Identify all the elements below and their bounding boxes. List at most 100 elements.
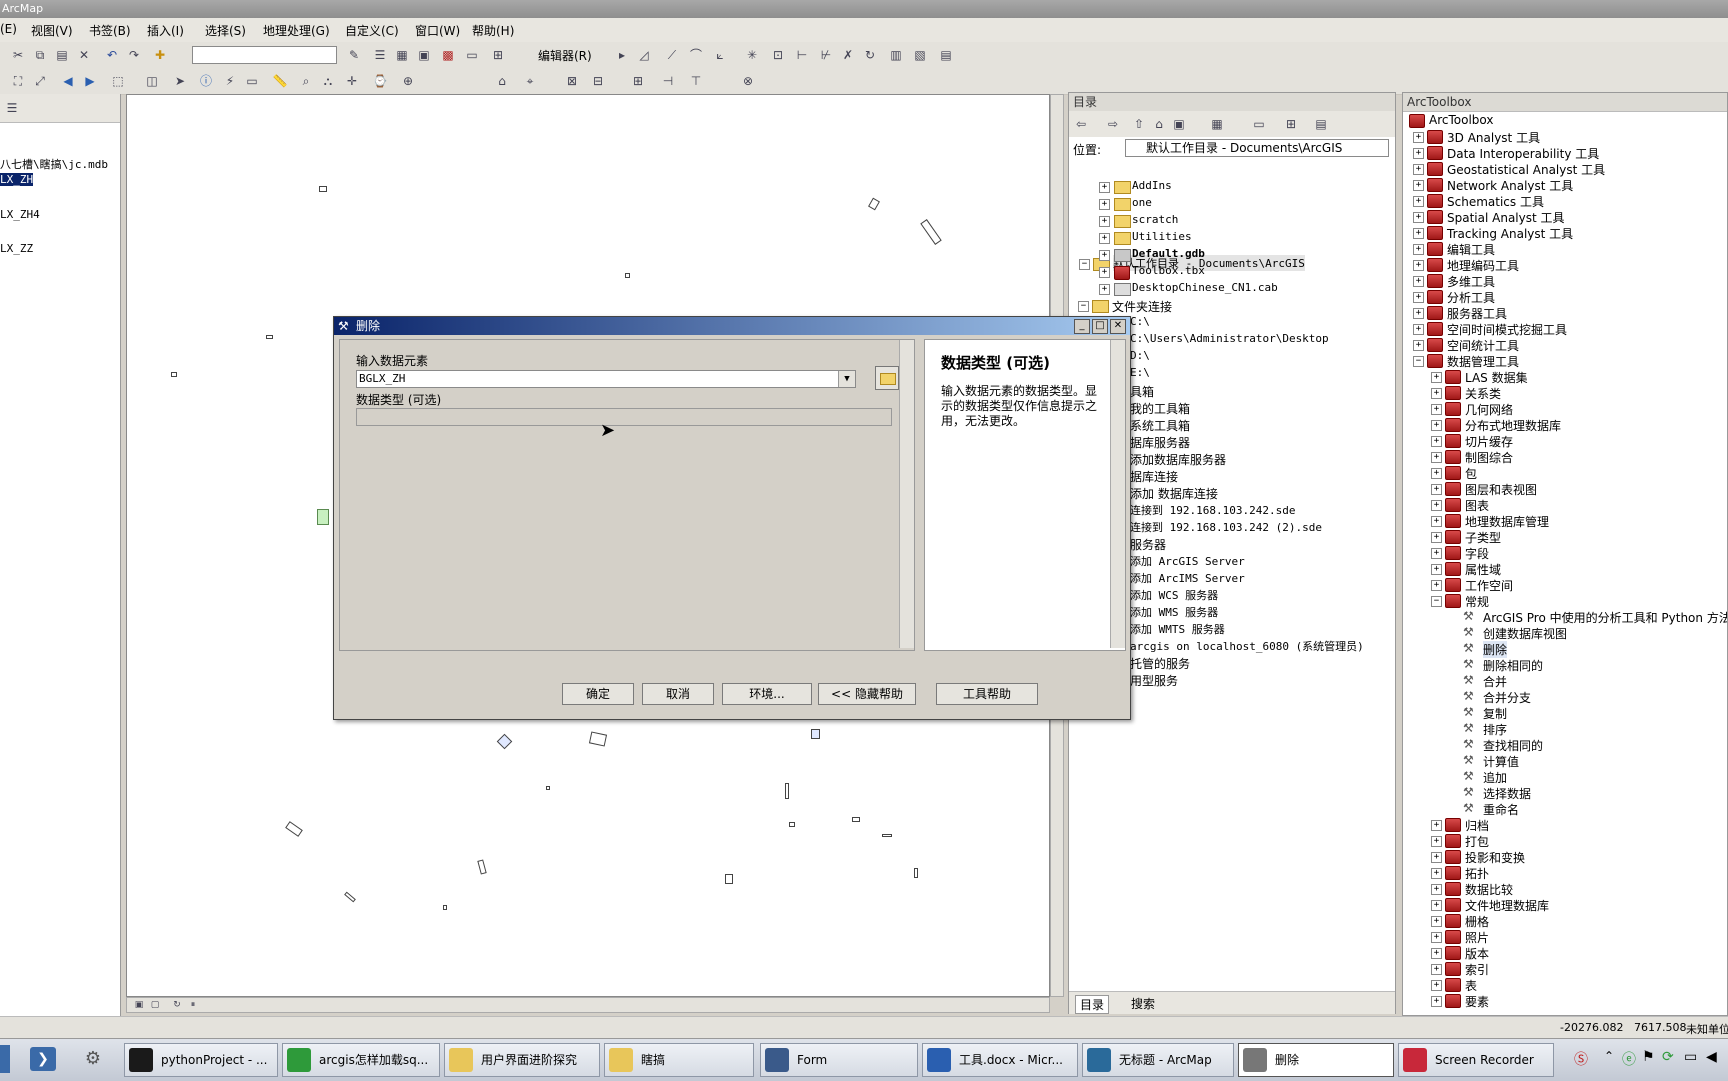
toolbox-item[interactable]: 数据比较 [1465, 881, 1513, 898]
expand-icon[interactable]: + [1413, 340, 1424, 351]
expand-icon[interactable]: + [1431, 868, 1442, 879]
toolbox-item[interactable]: 字段 [1465, 545, 1489, 562]
attributes-icon[interactable]: ▥ [888, 47, 904, 63]
expand-icon[interactable]: + [1431, 372, 1442, 383]
catalog-item-c[interactable]: C:\ [1130, 315, 1150, 328]
expand-icon[interactable]: + [1431, 820, 1442, 831]
select-elements-icon[interactable]: ➤ [172, 73, 188, 89]
toolbox-item[interactable]: 地理数据库管理 [1465, 513, 1549, 530]
toolbox-item[interactable]: 关系类 [1465, 385, 1501, 402]
full-extent-icon[interactable]: ⛶ [10, 73, 26, 89]
topology-icon[interactable]: ⌂ [494, 73, 510, 89]
goto-xy-icon[interactable]: ✛ [344, 73, 360, 89]
split-icon[interactable]: ✗ [840, 47, 856, 63]
tray-s-icon[interactable]: Ⓢ [1574, 1049, 1588, 1069]
edit-annotation-icon[interactable]: ◿ [636, 47, 652, 63]
toc-layer-lx-zz[interactable]: LX_ZZ [0, 242, 33, 255]
trace-icon[interactable]: ⟀ [712, 47, 728, 63]
menu-edit[interactable]: (E) [0, 22, 17, 36]
edit-vertices-icon[interactable]: ⊡ [770, 47, 786, 63]
taskbar-button[interactable]: pythonProject - ... [124, 1043, 278, 1077]
toolbox-item[interactable]: 排序 [1483, 721, 1507, 738]
expand-icon[interactable]: + [1099, 199, 1110, 210]
expand-icon[interactable]: + [1431, 436, 1442, 447]
toolbox-item[interactable]: 照片 [1465, 929, 1489, 946]
catalog-item-scratch[interactable]: scratch [1132, 213, 1178, 226]
toolbox-item[interactable]: 3D Analyst 工具 [1447, 129, 1540, 146]
collapse-icon[interactable]: − [1431, 596, 1442, 607]
undo-icon[interactable]: ↶ [104, 47, 120, 63]
catalog-icon[interactable]: ▦ [394, 47, 410, 63]
expand-icon[interactable]: + [1431, 532, 1442, 543]
map-feature[interactable] [443, 905, 447, 910]
map-feature[interactable] [344, 891, 356, 903]
taskbar-button[interactable]: 用户界面进阶探究 [444, 1043, 600, 1077]
georef-icon[interactable]: ⊠ [564, 73, 580, 89]
expand-icon[interactable]: + [1099, 216, 1110, 227]
expand-icon[interactable]: + [1413, 228, 1424, 239]
toolbox-item[interactable]: 选择数据 [1483, 785, 1531, 802]
catalog-item-cab[interactable]: DesktopChinese_CN1.cab [1132, 281, 1278, 294]
toolbox-item[interactable]: 空间时间模式挖掘工具 [1447, 321, 1567, 338]
toolbox-item[interactable]: ArcGIS Pro 中使用的分析工具和 Python 方法 [1483, 609, 1727, 626]
generalize-icon[interactable]: ⊣ [660, 73, 676, 89]
spatial-adjust-icon[interactable]: ⊟ [590, 73, 606, 89]
expand-icon[interactable]: + [1431, 404, 1442, 415]
catalog-system-toolboxes[interactable]: 系统工具箱 [1130, 417, 1190, 434]
toolbox-item[interactable]: 索引 [1465, 961, 1489, 978]
toolbox-item[interactable]: 地理编码工具 [1447, 257, 1519, 274]
expand-icon[interactable]: + [1413, 308, 1424, 319]
settings-gear-icon[interactable]: ⚙ [80, 1047, 106, 1071]
toolbox-item[interactable]: 分析工具 [1447, 289, 1495, 306]
expand-icon[interactable]: + [1431, 900, 1442, 911]
toolbox-item[interactable]: Network Analyst 工具 [1447, 177, 1573, 194]
expand-icon[interactable]: + [1431, 484, 1442, 495]
taskbar-button[interactable]: Form [760, 1043, 918, 1077]
map-feature[interactable] [920, 219, 942, 245]
expand-icon[interactable]: + [1431, 948, 1442, 959]
toolbox-item[interactable]: 计算值 [1483, 753, 1519, 770]
expand-icon[interactable]: + [1431, 516, 1442, 527]
expand-icon[interactable]: + [1431, 548, 1442, 559]
toolbox-item[interactable]: 追加 [1483, 769, 1507, 786]
map-feature[interactable] [266, 335, 273, 339]
map-feature[interactable] [914, 868, 918, 878]
find-route-icon[interactable]: ⛬ [320, 73, 336, 89]
toolbox-item[interactable]: 拓扑 [1465, 865, 1489, 882]
catalog-db-connections[interactable]: 据库连接 [1130, 468, 1178, 485]
model-builder-icon[interactable]: ⊞ [490, 47, 506, 63]
expand-icon[interactable]: + [1413, 196, 1424, 207]
expand-icon[interactable]: + [1431, 420, 1442, 431]
toolbox-item[interactable]: 多维工具 [1447, 273, 1495, 290]
expand-icon[interactable]: + [1099, 284, 1110, 295]
toolbox-item[interactable]: 投影和变换 [1465, 849, 1525, 866]
expand-icon[interactable]: + [1413, 132, 1424, 143]
menu-view[interactable]: 视图(V) [31, 22, 73, 39]
catalog-ready-services[interactable]: 用型服务 [1130, 672, 1178, 689]
clear-selection-icon[interactable]: ◫ [144, 73, 160, 89]
redo-icon[interactable]: ↷ [126, 47, 142, 63]
hide-help-button[interactable]: << 隐藏帮助 [818, 683, 916, 705]
tool-help-button[interactable]: 工具帮助 [936, 683, 1038, 705]
time-slider-icon[interactable]: ⌚ [372, 73, 388, 89]
expand-icon[interactable]: + [1431, 452, 1442, 463]
expand-icon[interactable]: + [1431, 388, 1442, 399]
menu-geoprocessing[interactable]: 地理处理(G) [263, 22, 330, 39]
tray-browser-icon[interactable]: ⓔ [1622, 1049, 1636, 1069]
expand-icon[interactable]: + [1099, 267, 1110, 278]
map-feature[interactable] [868, 197, 880, 211]
html-popup-icon[interactable]: ▭ [244, 73, 260, 89]
tray-display-icon[interactable]: ▭ [1684, 1049, 1697, 1065]
minimize-icon[interactable]: _ [1074, 319, 1090, 334]
toolbox-item[interactable]: 栅格 [1465, 913, 1489, 930]
arctoolbox-icon[interactable]: ▩ [440, 47, 456, 63]
menu-help[interactable]: 帮助(H) [472, 22, 514, 39]
find-icon[interactable]: ⌕ [298, 73, 314, 89]
map-feature[interactable] [882, 834, 892, 837]
menu-insert[interactable]: 插入(I) [147, 22, 184, 39]
map-feature[interactable] [785, 783, 789, 799]
help-scrollbar[interactable] [1110, 340, 1125, 648]
toc-layer-lx-zh4[interactable]: LX_ZH4 [0, 208, 40, 221]
create-viewer-icon[interactable]: ⊕ [400, 73, 416, 89]
catalog-add-wms-server[interactable]: 添加 WMS 服务器 [1130, 604, 1218, 620]
